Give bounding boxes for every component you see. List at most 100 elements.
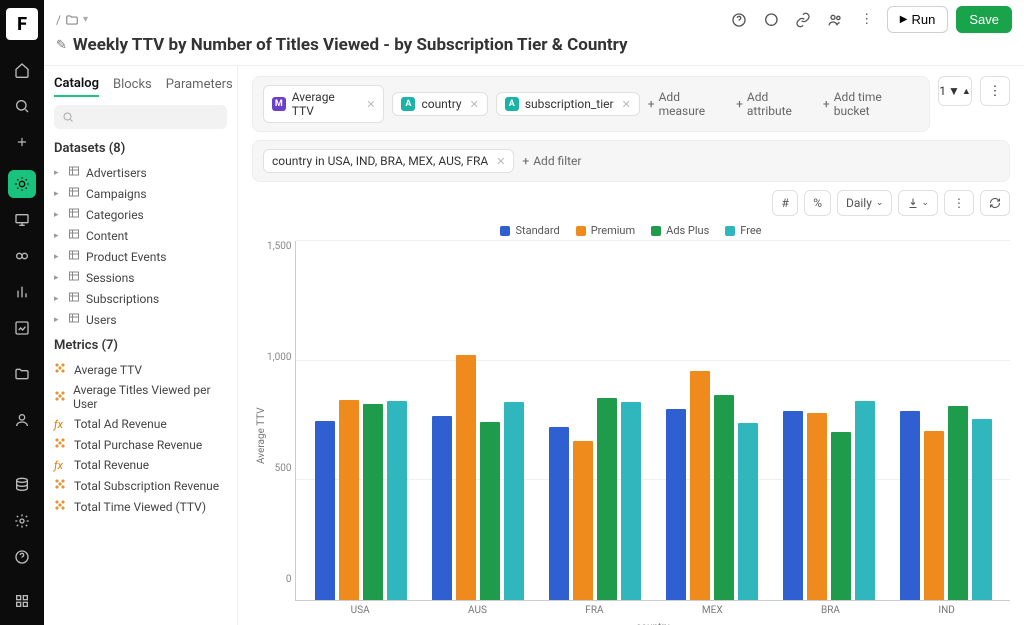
bar[interactable] xyxy=(573,441,593,600)
nav-bars-icon[interactable] xyxy=(8,278,36,306)
add-filter-button[interactable]: + Add filter xyxy=(522,154,581,168)
pill-measure[interactable]: MAverage TTV✕ xyxy=(263,85,384,123)
metric-item[interactable]: ƒxTotal Revenue xyxy=(54,455,227,475)
pill-attr-tier[interactable]: Asubscription_tier✕ xyxy=(496,92,640,116)
bar[interactable] xyxy=(315,421,335,600)
nav-folder-icon[interactable] xyxy=(8,360,36,388)
bar[interactable] xyxy=(924,431,944,600)
dataset-item[interactable]: ▸Subscriptions xyxy=(54,288,227,309)
nav-present-icon[interactable] xyxy=(8,206,36,234)
add-measure-button[interactable]: + Add measure xyxy=(648,90,728,118)
nav-explore-icon[interactable] xyxy=(8,170,36,198)
dataset-item[interactable]: ▸Users xyxy=(54,309,227,330)
bar[interactable] xyxy=(714,395,734,600)
bar[interactable] xyxy=(339,400,359,600)
toolbar-percent-button[interactable]: % xyxy=(804,190,831,216)
share-link-icon[interactable] xyxy=(791,8,815,32)
nav-home-icon[interactable] xyxy=(8,56,36,84)
dataset-item[interactable]: ▸Content xyxy=(54,225,227,246)
nav-link-icon[interactable] xyxy=(8,242,36,270)
sidebar-search[interactable] xyxy=(54,105,227,129)
remove-icon[interactable]: ✕ xyxy=(496,155,505,168)
nav-user-icon[interactable] xyxy=(8,406,36,434)
metric-item[interactable]: Total Time Viewed (TTV) xyxy=(54,496,227,517)
bar[interactable] xyxy=(972,419,992,600)
metric-item[interactable]: Total Purchase Revenue xyxy=(54,434,227,455)
tab-blocks[interactable]: Blocks xyxy=(113,77,152,96)
dataset-item[interactable]: ▸Sessions xyxy=(54,267,227,288)
add-time-bucket-button[interactable]: + Add time bucket xyxy=(823,90,919,118)
breadcrumb[interactable]: / ▾ xyxy=(56,13,88,27)
x-tick: AUS xyxy=(468,605,487,616)
query-menu-button[interactable]: ⋮ xyxy=(980,76,1010,106)
tab-parameters[interactable]: Parameters xyxy=(166,77,233,96)
bar[interactable] xyxy=(900,411,920,600)
bar[interactable] xyxy=(549,427,569,600)
bar[interactable] xyxy=(738,423,758,600)
bar[interactable] xyxy=(855,401,875,600)
bar[interactable] xyxy=(690,371,710,600)
help-icon[interactable] xyxy=(727,8,751,32)
bar[interactable] xyxy=(387,401,407,600)
add-attribute-button[interactable]: + Add attribute xyxy=(736,90,815,118)
dataset-item[interactable]: ▸Product Events xyxy=(54,246,227,267)
pill-label: subscription_tier xyxy=(525,97,614,111)
x-tick: IND xyxy=(938,605,954,616)
filter-count-button[interactable]: 1 ▼▲ xyxy=(938,76,972,106)
dataset-item[interactable]: ▸Advertisers xyxy=(54,162,227,183)
remove-icon[interactable]: ✕ xyxy=(470,98,479,111)
nav-database-icon[interactable] xyxy=(8,471,36,499)
toolbar-download-button[interactable]: ⌄ xyxy=(898,190,938,216)
people-icon[interactable] xyxy=(823,8,847,32)
metric-item[interactable]: Total Subscription Revenue xyxy=(54,475,227,496)
toolbar-number-button[interactable]: # xyxy=(772,190,798,216)
legend-item[interactable]: Free xyxy=(725,224,761,237)
bar[interactable] xyxy=(597,398,617,600)
filter-pill[interactable]: country in USA, IND, BRA, MEX, AUS, FRA✕ xyxy=(263,149,514,173)
folder-icon xyxy=(65,13,79,27)
bar[interactable] xyxy=(456,355,476,600)
bar[interactable] xyxy=(480,422,500,600)
remove-icon[interactable]: ✕ xyxy=(366,98,375,111)
dataset-item[interactable]: ▸Campaigns xyxy=(54,183,227,204)
save-button[interactable]: Save xyxy=(956,6,1012,33)
nav-search-icon[interactable] xyxy=(8,92,36,120)
breadcrumb-root: / xyxy=(56,13,61,27)
bar[interactable] xyxy=(831,432,851,600)
search-icon xyxy=(62,111,74,123)
metric-icon xyxy=(54,362,68,377)
dataset-item[interactable]: ▸Categories xyxy=(54,204,227,225)
toolbar-granularity-select[interactable]: Daily ⌄ xyxy=(837,190,892,216)
nav-chart-icon[interactable] xyxy=(8,314,36,342)
more-icon[interactable]: ⋮ xyxy=(855,8,879,32)
legend-item[interactable]: Ads Plus xyxy=(651,224,709,237)
tab-catalog[interactable]: Catalog xyxy=(54,76,99,97)
remove-icon[interactable]: ✕ xyxy=(622,98,631,111)
bar[interactable] xyxy=(807,413,827,600)
y-tick: 500 xyxy=(267,463,291,474)
run-button[interactable]: ▶Run xyxy=(887,6,949,33)
table-icon xyxy=(68,207,80,222)
bar[interactable] xyxy=(621,402,641,600)
bar[interactable] xyxy=(666,409,686,600)
nav-add-icon[interactable] xyxy=(8,128,36,156)
metric-item[interactable]: ƒxTotal Ad Revenue xyxy=(54,414,227,434)
metric-item[interactable]: Average Titles Viewed per User xyxy=(54,380,227,414)
bar-group xyxy=(432,355,524,600)
metric-item[interactable]: Average TTV xyxy=(54,359,227,380)
legend-item[interactable]: Premium xyxy=(576,224,635,237)
nav-settings-icon[interactable] xyxy=(8,507,36,535)
comment-icon[interactable] xyxy=(759,8,783,32)
legend-item[interactable]: Standard xyxy=(500,224,559,237)
toolbar-refresh-button[interactable] xyxy=(980,190,1010,216)
table-icon xyxy=(68,312,80,327)
bar[interactable] xyxy=(504,402,524,600)
bar[interactable] xyxy=(432,416,452,600)
toolbar-more-button[interactable]: ⋮ xyxy=(944,190,974,216)
pill-attr-country[interactable]: Acountry✕ xyxy=(392,92,487,116)
nav-help-icon[interactable] xyxy=(8,543,36,571)
bar[interactable] xyxy=(363,404,383,600)
bar[interactable] xyxy=(783,411,803,600)
nav-apps-icon[interactable] xyxy=(8,587,36,615)
bar[interactable] xyxy=(948,406,968,601)
